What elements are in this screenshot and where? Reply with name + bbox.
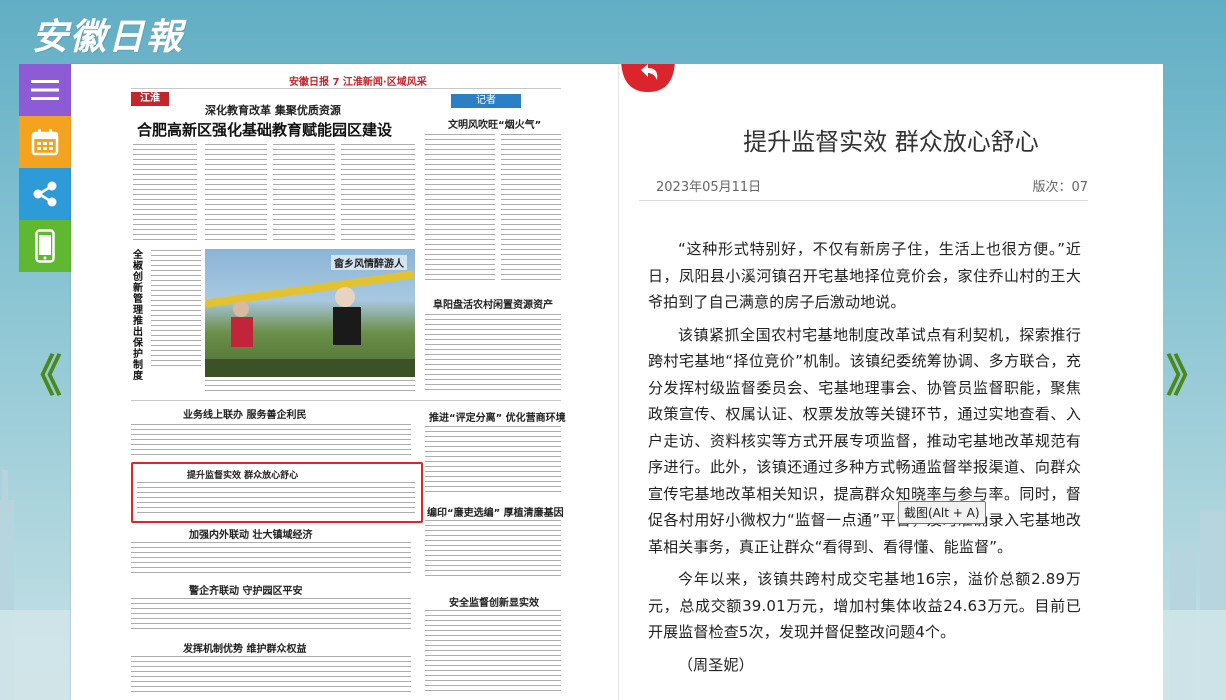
text-column (131, 424, 411, 458)
article-edition: 版次：07 (1032, 180, 1088, 195)
divider (131, 88, 561, 89)
text-column (425, 314, 561, 394)
article-paragraph: 该镇紧抓全国农村宅基地制度改革试点有利契机，探索推行跨村宅基地“择位竞价”机制。… (648, 325, 1081, 556)
newspaper-header: 安徽日报 7 江淮新闻·区域风采 (289, 77, 427, 88)
story-lianzheng-headline: 编印“廉吏选编” 厚植清廉基因 (427, 508, 564, 519)
back-arrow-icon[interactable] (619, 64, 677, 94)
text-column (501, 134, 561, 284)
site-logo[interactable]: 安徽日報 (32, 8, 184, 60)
photo-caption-text (205, 380, 415, 392)
text-column (425, 520, 561, 580)
text-column (151, 250, 201, 370)
article-paragraph: 今年以来，该镇共跨村成交宅基地16宗，溢价总额2.89万元，总成交额39.01万… (648, 570, 1082, 641)
article-title: 提升监督实效 群众放心舒心 (743, 128, 1039, 156)
article-body: “这种形式特别好，不仅有新房子住，生活上也很方便。”近日，凤阳县小溪河镇召开宅基… (648, 236, 1081, 684)
mobile-icon (35, 229, 55, 263)
article-paragraph: “这种形式特别好，不仅有新房子住，生活上也很方便。”近日，凤阳县小溪河镇召开宅基… (648, 240, 1081, 311)
text-column (341, 144, 415, 244)
article-author: （周圣妮） (678, 655, 754, 674)
menu-button[interactable] (19, 64, 71, 116)
story-supervise-headline: 安全监督创新显实效 (449, 598, 539, 609)
next-page-arrow[interactable]: 》 (1166, 355, 1210, 399)
main-headline: 合肥高新区强化基础教育赋能园区建设 (137, 121, 393, 139)
text-column (273, 144, 335, 244)
mobile-button[interactable] (19, 220, 71, 272)
divider (131, 400, 561, 401)
article-date: 2023年05月11日 (656, 180, 762, 195)
text-column (425, 610, 561, 694)
text-column (205, 144, 267, 244)
share-button[interactable] (19, 168, 71, 220)
story-highlight-headline: 提升监督实效 群众放心舒心 (187, 471, 299, 481)
menu-icon (31, 80, 59, 100)
story-rights-headline: 发挥机制优势 维护群众权益 (183, 644, 307, 655)
news-photo[interactable]: 畲乡风情醉游人 (205, 249, 415, 377)
newspaper-page[interactable]: 安徽日报 7 江淮新闻·区域风采 江淮 深化教育改革 集聚优质资源 合肥高新区强… (71, 64, 618, 700)
column-tag: 江淮 (131, 92, 169, 106)
article-panel: 提升监督实效 群众放心舒心 2023年05月11日 版次：07 “这种形式特别好… (618, 64, 1163, 700)
photo-caption: 畲乡风情醉游人 (331, 255, 407, 270)
prev-page-arrow[interactable]: 《 (18, 355, 62, 399)
text-column (425, 426, 561, 496)
story-fuyang-headline: 阜阳盘活农村闲置资源资产 (433, 300, 553, 311)
share-icon (33, 181, 57, 207)
text-column (137, 482, 415, 516)
story-pingding-headline: 推进“评定分离” 优化营商环境 (429, 413, 566, 424)
calendar-icon (31, 129, 59, 156)
text-column (131, 598, 411, 632)
story-service-headline: 业务线上联办 服务善企利民 (183, 410, 307, 421)
screenshot-tooltip: 截图(Alt + A) (898, 501, 986, 524)
selected-article-box[interactable]: 提升监督实效 群众放心舒心 (131, 462, 423, 523)
calendar-button[interactable] (19, 116, 71, 168)
kicker: 深化教育改革 集聚优质资源 (205, 104, 341, 117)
story-police-headline: 警企齐联动 守护园区平安 (189, 586, 303, 597)
side-headline: 文明风吹旺“烟火气” (448, 120, 542, 131)
story-linkage-headline: 加强内外联动 壮大镇域经济 (189, 530, 313, 541)
text-column (131, 542, 411, 574)
divider (639, 200, 1088, 201)
side-toolbar (19, 64, 71, 272)
vertical-headline: 全椒创新管理推出保护制度 (133, 250, 143, 382)
text-column (425, 134, 495, 284)
text-column (133, 144, 197, 244)
text-column (131, 656, 411, 696)
side-tag: 记者 (451, 94, 521, 108)
